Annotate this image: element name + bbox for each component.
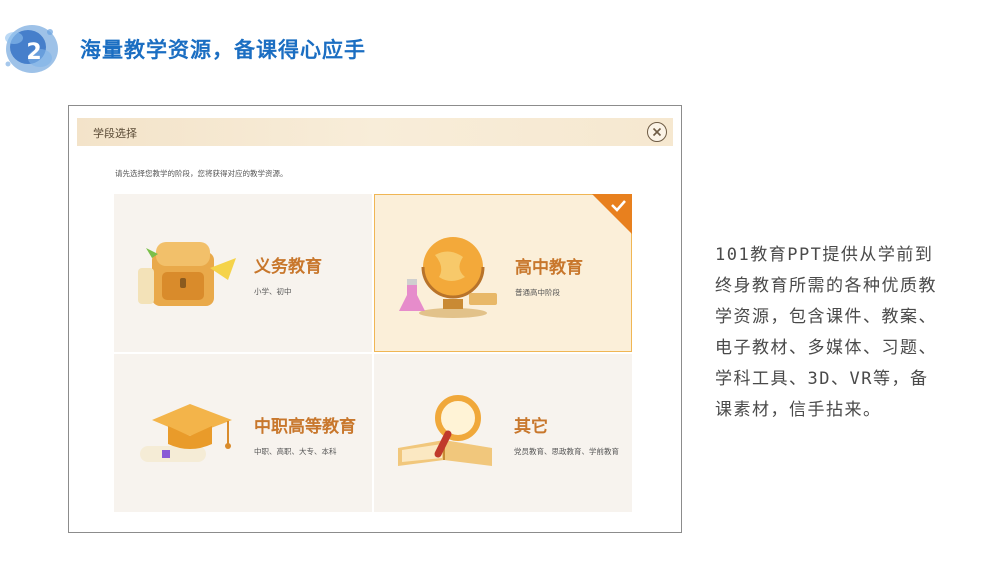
globe-flask-icon	[399, 237, 497, 318]
card-title: 高中教育	[515, 258, 583, 278]
dialog-title: 学段选择	[93, 127, 137, 140]
stage-card-high-school[interactable]: 高中教育 普通高中阶段	[374, 194, 632, 352]
graduation-cap-icon	[140, 404, 232, 462]
dialog-header: 学段选择	[77, 118, 673, 146]
card-subtitle: 中职、高职、大专、本科	[254, 447, 337, 456]
card-title: 中职高等教育	[254, 417, 356, 437]
card-subtitle: 党员教育、思政教育、学前教育	[514, 447, 619, 456]
side-description: 101教育PPT提供从学前到终身教育所需的各种优质教学资源，包含课件、教案、电子…	[715, 245, 937, 420]
close-icon	[652, 127, 662, 137]
slide-title: 海量教学资源，备课得心应手	[80, 38, 366, 62]
dialog-description: 请先选择您教学的阶段，您将获得对应的教学资源。	[115, 169, 288, 178]
close-button[interactable]	[647, 122, 667, 142]
card-subtitle: 小学、初中	[254, 287, 292, 296]
slide-number-badge: 2	[0, 18, 64, 82]
stage-selection-dialog: 学段选择 请先选择您教学的阶段，您将获得对应的教学资源。 义务教育 小学、初中	[68, 105, 682, 533]
stage-card-other[interactable]: 其它 党员教育、思政教育、学前教育	[374, 354, 632, 512]
slide-number: 2	[26, 40, 42, 65]
schoolbag-icon	[138, 242, 236, 306]
magnifier-book-icon	[398, 395, 492, 466]
card-title: 义务教育	[254, 257, 322, 277]
stage-card-vocational-higher[interactable]: 中职高等教育 中职、高职、大专、本科	[114, 354, 372, 512]
stage-card-compulsory[interactable]: 义务教育 小学、初中	[114, 194, 372, 352]
card-subtitle: 普通高中阶段	[515, 288, 560, 297]
selected-check-icon	[592, 194, 632, 234]
card-title: 其它	[514, 417, 548, 437]
